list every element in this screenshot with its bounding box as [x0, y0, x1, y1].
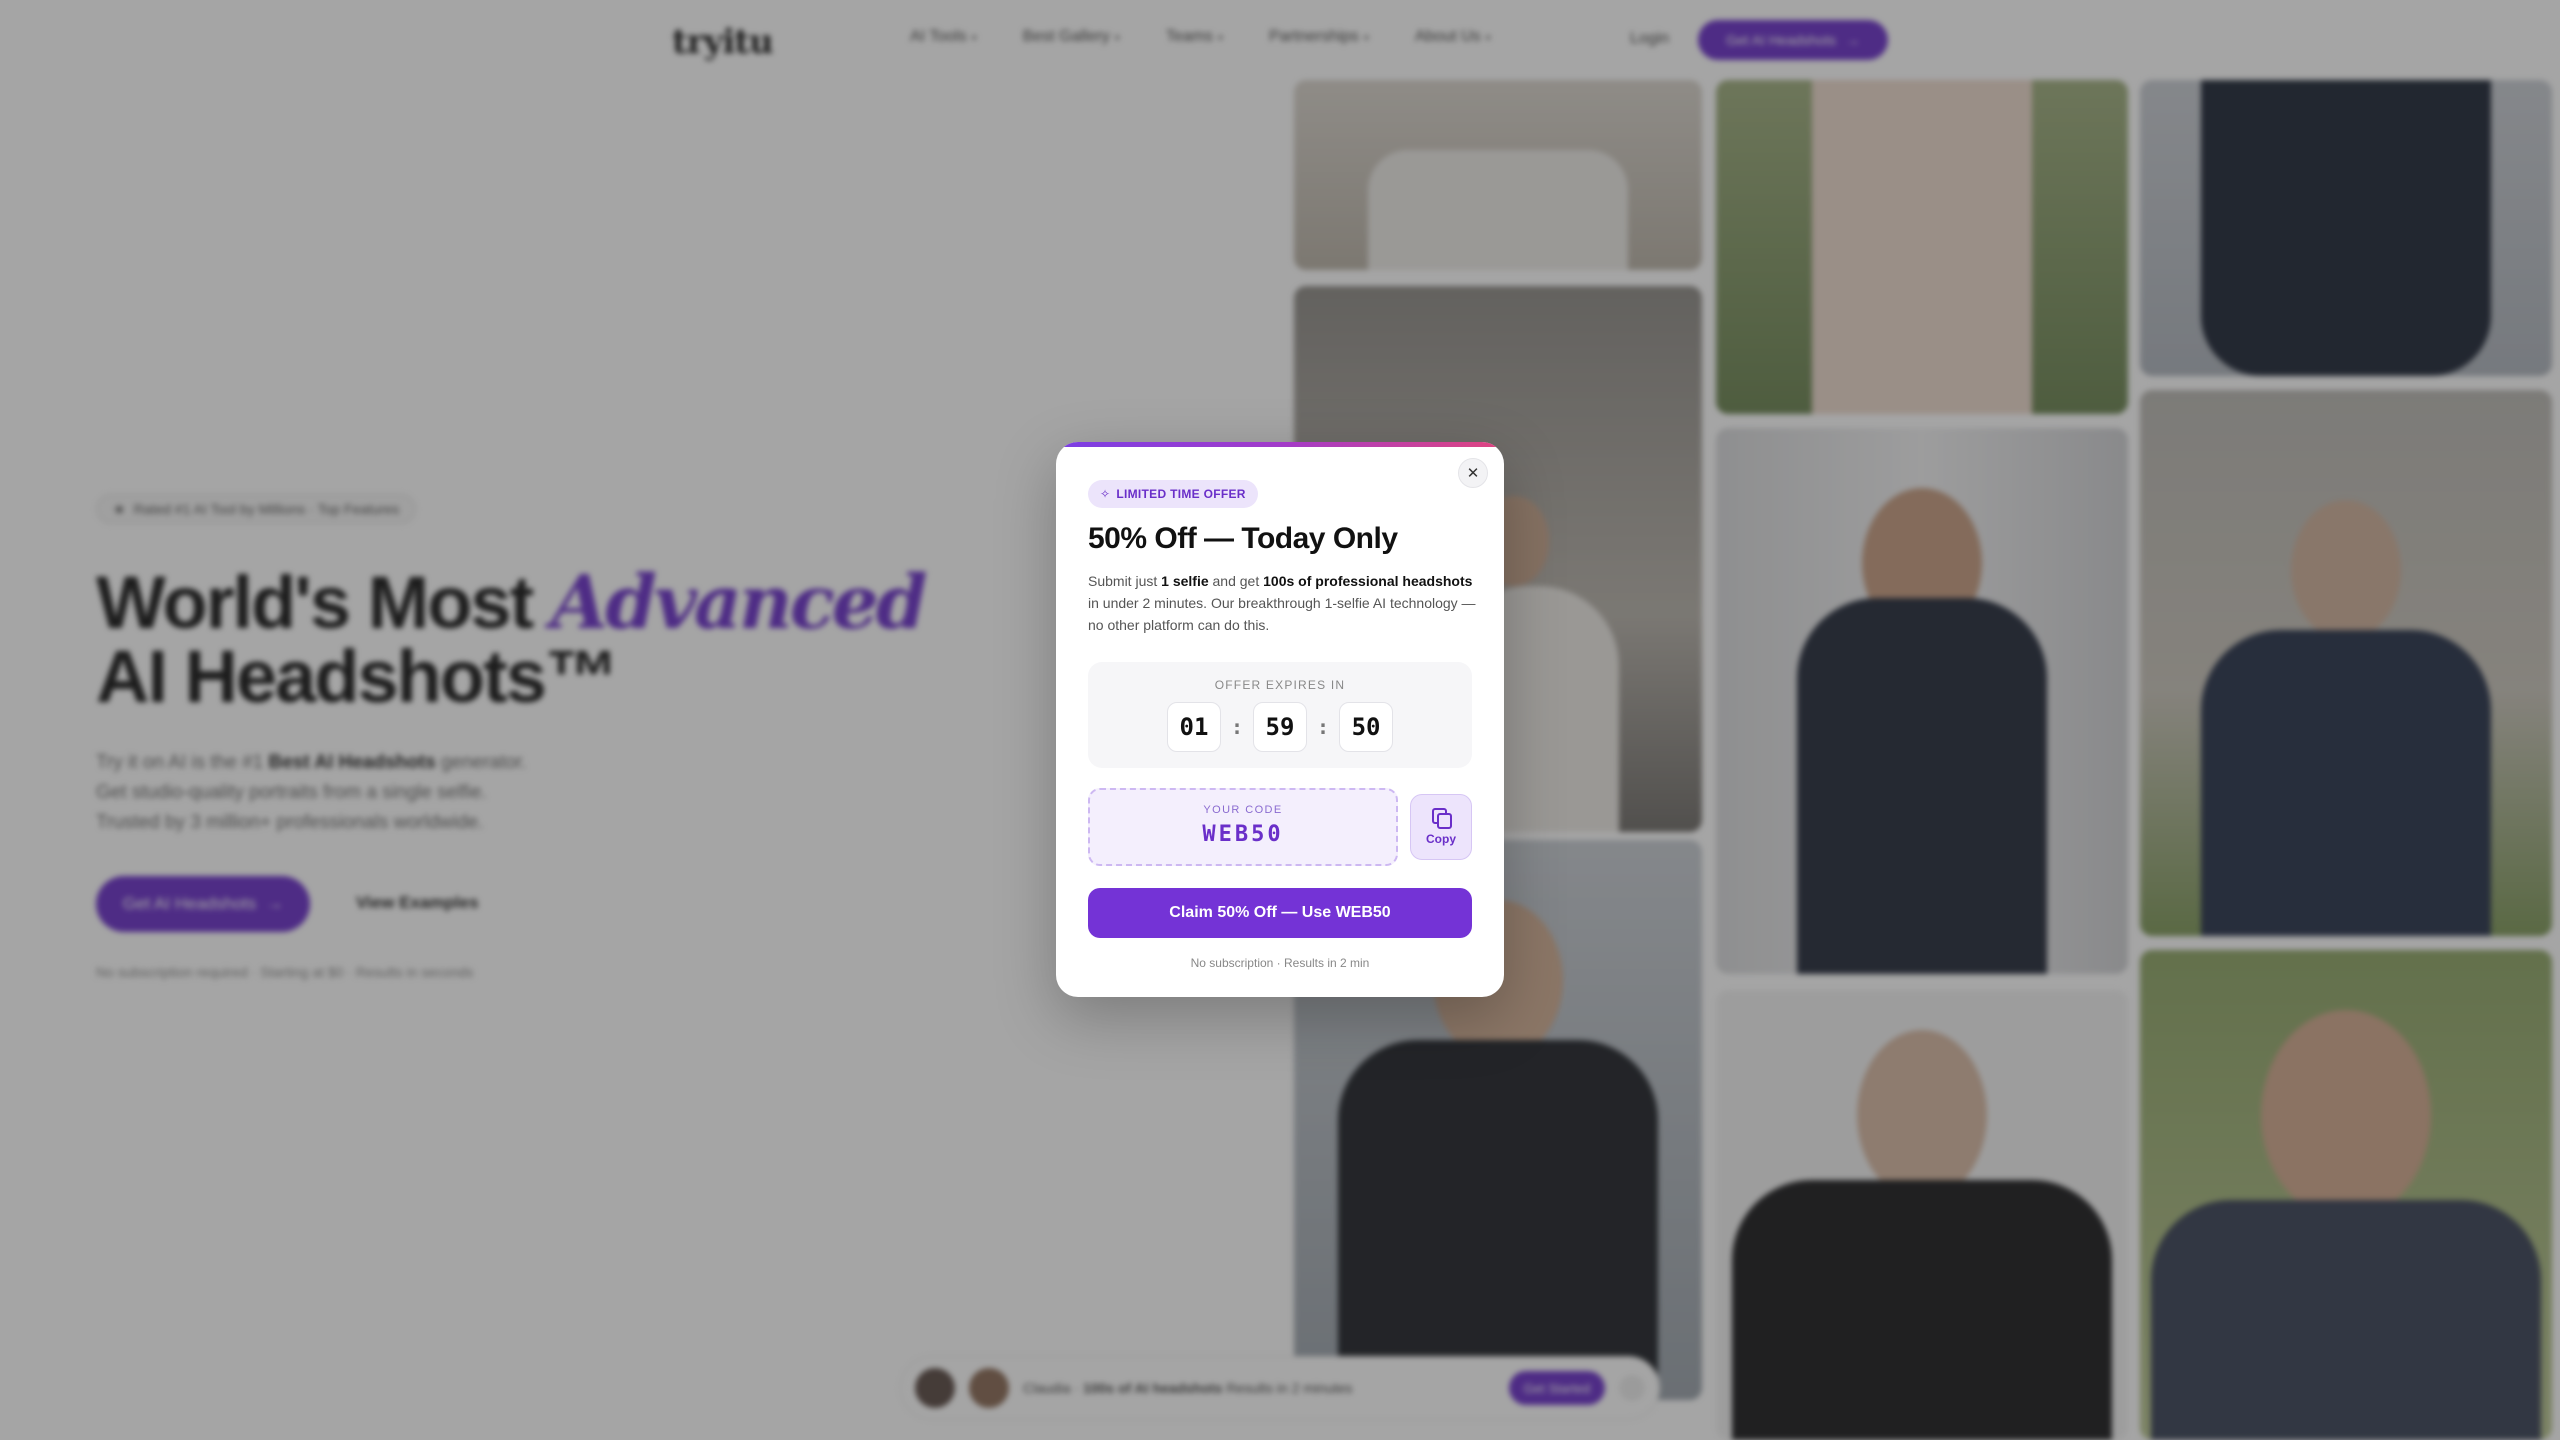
modal-accent-bar — [1056, 442, 1504, 447]
countdown-label: OFFER EXPIRES IN — [1214, 678, 1346, 692]
countdown-separator: : — [1317, 715, 1330, 739]
close-button[interactable]: ✕ — [1458, 458, 1488, 488]
modal-description: Submit just 1 selfie and get 100s of pro… — [1088, 570, 1478, 636]
desc-text: Submit just — [1088, 573, 1162, 589]
modal-footnote: No subscription · Results in 2 min — [1190, 956, 1370, 970]
limited-offer-badge: ✧ LIMITED TIME OFFER — [1088, 480, 1258, 508]
copy-icon — [1432, 808, 1452, 829]
modal-title: 50% Off — Today Only — [1088, 522, 1398, 555]
promo-code-label: YOUR CODE — [1203, 804, 1283, 816]
desc-bold: 1 selfie — [1161, 573, 1209, 589]
desc-text: in under 2 minutes. Our breakthrough 1-s… — [1088, 595, 1476, 633]
sparkle-icon: ✧ — [1100, 487, 1111, 501]
countdown-seconds: 50 — [1339, 702, 1394, 752]
countdown-timer: OFFER EXPIRES IN 01 : 59 : 50 — [1088, 662, 1472, 768]
countdown-minutes: 59 — [1253, 702, 1307, 752]
offer-modal: ✕ ✧ LIMITED TIME OFFER 50% Off — Today O… — [1056, 442, 1504, 997]
promo-code-box: YOUR CODE WEB50 — [1088, 788, 1398, 866]
close-icon: ✕ — [1466, 465, 1480, 482]
badge-label: LIMITED TIME OFFER — [1116, 487, 1246, 501]
copy-label: Copy — [1426, 832, 1456, 846]
desc-text: and get — [1208, 573, 1264, 589]
countdown-row: 01 : 59 : 50 — [1088, 702, 1472, 752]
countdown-hours: 01 — [1166, 702, 1221, 752]
copy-code-button[interactable]: Copy — [1410, 794, 1472, 860]
desc-bold: 100s of professional headshots — [1263, 573, 1473, 589]
promo-code-value[interactable]: WEB50 — [1090, 822, 1396, 847]
claim-offer-button[interactable]: Claim 50% Off — Use WEB50 — [1088, 888, 1472, 938]
countdown-separator: : — [1230, 715, 1243, 739]
